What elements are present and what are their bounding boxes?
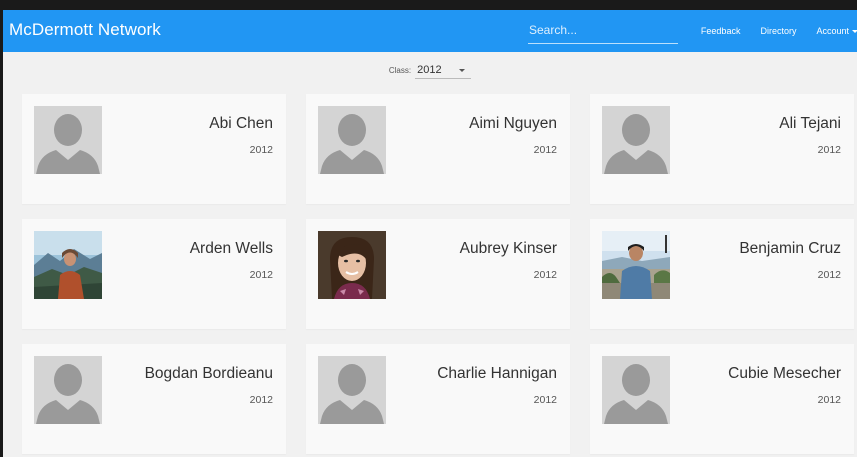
- nav-links: Feedback Directory Account: [681, 10, 857, 52]
- person-card[interactable]: Bogdan Bordieanu 2012: [22, 344, 286, 454]
- person-name: Arden Wells: [189, 240, 273, 257]
- chevron-down-icon: [459, 68, 466, 72]
- person-card[interactable]: Abi Chen 2012: [22, 94, 286, 204]
- default-avatar-icon: [34, 106, 102, 174]
- person-year: 2012: [817, 394, 841, 406]
- person-card[interactable]: Cubie Mesecher 2012: [590, 344, 854, 454]
- class-filter-label: Class:: [388, 66, 412, 75]
- person-year: 2012: [533, 144, 557, 156]
- person-year: 2012: [817, 144, 841, 156]
- mountain-photo: [34, 231, 102, 299]
- default-avatar-icon: [318, 106, 386, 174]
- search-box: [528, 18, 678, 44]
- nav-link-account-label: Account: [816, 26, 849, 36]
- nav-link-account[interactable]: Account: [816, 26, 857, 36]
- class-filter: Class: 2012: [3, 62, 857, 79]
- person-name: Aimi Nguyen: [469, 115, 557, 132]
- nav-link-feedback[interactable]: Feedback: [701, 26, 741, 36]
- person-name: Cubie Mesecher: [728, 365, 841, 382]
- class-select-value: 2012: [417, 64, 442, 76]
- person-name: Abi Chen: [209, 115, 273, 132]
- brand-title[interactable]: McDermott Network: [9, 20, 161, 40]
- person-year: 2012: [249, 269, 273, 281]
- nav-link-directory[interactable]: Directory: [760, 26, 796, 36]
- person-name: Charlie Hannigan: [437, 365, 557, 382]
- person-name: Bogdan Bordieanu: [144, 365, 273, 382]
- person-card[interactable]: Aubrey Kinser 2012: [306, 219, 570, 329]
- portrait-photo: [318, 231, 386, 299]
- person-card[interactable]: Aimi Nguyen 2012: [306, 94, 570, 204]
- person-name: Benjamin Cruz: [739, 240, 841, 257]
- person-card[interactable]: Benjamin Cruz 2012: [590, 219, 854, 329]
- person-year: 2012: [533, 269, 557, 281]
- default-avatar-icon: [602, 106, 670, 174]
- person-year: 2012: [249, 394, 273, 406]
- app-frame: McDermott Network Feedback Directory Acc…: [0, 0, 857, 457]
- class-select[interactable]: 2012: [415, 62, 472, 79]
- default-avatar-icon: [318, 356, 386, 424]
- default-avatar-icon: [602, 356, 670, 424]
- outdoor-photo: [602, 231, 670, 299]
- person-card[interactable]: Charlie Hannigan 2012: [306, 344, 570, 454]
- person-name: Aubrey Kinser: [459, 240, 557, 257]
- person-name: Ali Tejani: [779, 115, 841, 132]
- person-card[interactable]: Arden Wells 2012: [22, 219, 286, 329]
- top-navbar: McDermott Network Feedback Directory Acc…: [3, 10, 857, 52]
- default-avatar-icon: [34, 356, 102, 424]
- person-year: 2012: [817, 269, 841, 281]
- person-card[interactable]: Ali Tejani 2012: [590, 94, 854, 204]
- person-year: 2012: [533, 394, 557, 406]
- person-year: 2012: [249, 144, 273, 156]
- chevron-down-icon: [852, 29, 857, 33]
- search-input[interactable]: [528, 18, 678, 42]
